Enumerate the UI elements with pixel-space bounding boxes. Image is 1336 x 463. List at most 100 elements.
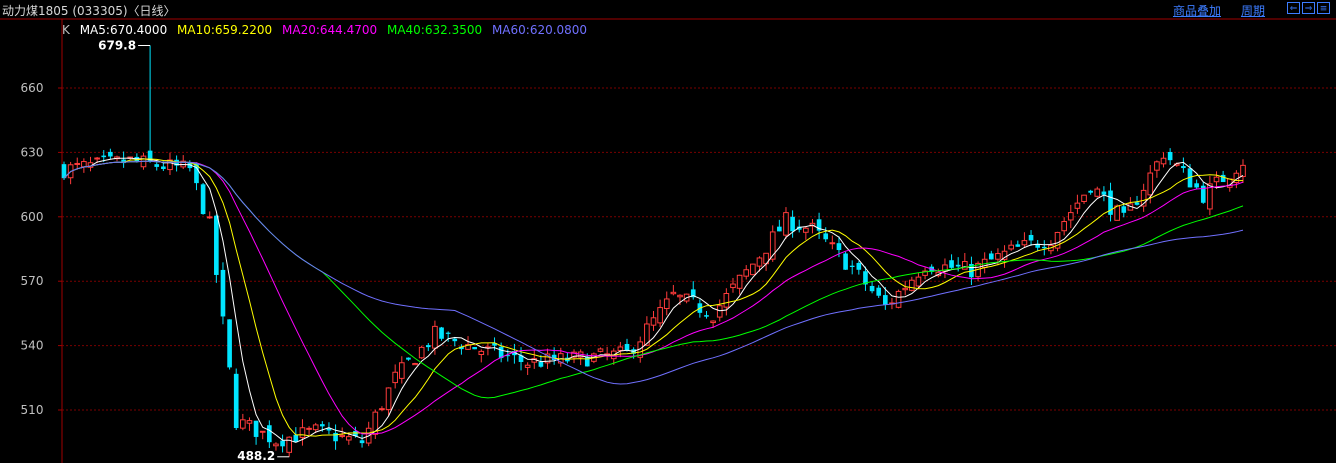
candle-body	[1028, 234, 1034, 241]
candle-body	[267, 425, 272, 443]
candle-body	[273, 443, 279, 447]
candle-body	[246, 420, 253, 424]
candle-body	[432, 325, 438, 349]
candle-body	[829, 242, 836, 245]
ma40-line	[63, 160, 1244, 399]
candle-body	[783, 212, 789, 236]
candle-body	[280, 440, 285, 447]
y-tick-label-660: 660	[21, 81, 44, 95]
candle-body	[876, 287, 882, 296]
candle-body	[312, 424, 319, 431]
candle-body	[240, 419, 246, 429]
candle-body	[1160, 157, 1167, 165]
candle-body	[200, 184, 206, 215]
candle-body	[101, 155, 107, 158]
candle-body	[895, 290, 902, 308]
candle-body	[1101, 191, 1107, 195]
candle-body	[359, 440, 365, 444]
high-label: 679.8	[98, 38, 136, 52]
candle-body	[856, 262, 862, 270]
low-label: 488.2	[237, 449, 275, 463]
candle-body	[1194, 183, 1199, 188]
candle-body	[736, 274, 743, 289]
candle-body	[253, 420, 259, 437]
ma20-line	[63, 160, 1244, 435]
candle-body	[1167, 151, 1173, 161]
candle-body	[524, 364, 531, 368]
candle-body	[955, 264, 961, 267]
candle-body	[1015, 244, 1021, 247]
candle-body	[790, 216, 795, 232]
candle-body	[704, 315, 709, 317]
candle-body	[750, 263, 756, 276]
candle-body	[1213, 176, 1220, 183]
candle-body	[663, 298, 670, 310]
candlestick-chart[interactable]: 510 540 570 600 630 660 679.8 488.2	[0, 0, 1336, 463]
candle-body	[345, 436, 352, 441]
candle-body	[710, 320, 716, 324]
candle-body	[227, 319, 232, 368]
candle-body	[716, 305, 723, 318]
candle-body	[1021, 240, 1028, 246]
candle-body	[478, 350, 485, 355]
candle-body	[259, 430, 266, 433]
candle-body	[306, 427, 312, 430]
candle-body	[339, 434, 346, 437]
candle-body	[439, 327, 444, 339]
candle-body	[392, 371, 398, 384]
candle-body	[883, 295, 888, 306]
candle-body	[650, 317, 657, 326]
candle-body	[418, 346, 425, 359]
candle-body	[425, 345, 431, 348]
candle-body	[286, 436, 293, 453]
candle-body	[1074, 202, 1081, 209]
candle-body	[836, 243, 842, 251]
candle-body	[1114, 205, 1120, 221]
candle-body	[472, 347, 477, 350]
candle-body	[299, 427, 306, 438]
candle-body	[398, 362, 405, 379]
candle-body	[161, 166, 166, 170]
candle-body	[869, 285, 875, 292]
candle-body	[154, 164, 160, 167]
y-tick-label-600: 600	[21, 210, 44, 224]
candle-body	[214, 215, 219, 275]
candle-body	[777, 226, 782, 232]
candle-body	[333, 432, 338, 442]
candle-body	[1154, 161, 1160, 171]
candle-body	[1094, 188, 1101, 197]
candle-body	[81, 161, 87, 168]
candle-body	[670, 291, 677, 295]
candle-body	[108, 151, 113, 157]
candle-body	[743, 269, 750, 277]
candle-body	[412, 363, 418, 366]
candle-body	[94, 157, 100, 160]
candle-body	[843, 253, 848, 270]
candle-body	[1147, 172, 1154, 196]
candle-body	[803, 227, 809, 233]
candle-body	[220, 269, 226, 317]
candle-body	[902, 287, 909, 291]
candle-body	[988, 253, 994, 260]
candle-body	[995, 253, 1001, 260]
candle-body	[452, 338, 458, 342]
candle-body	[624, 343, 630, 351]
candle-body	[597, 348, 604, 352]
candle-body	[730, 283, 736, 289]
candle-body	[1181, 166, 1186, 169]
candle-body	[74, 162, 81, 165]
candle-body	[379, 408, 385, 411]
candle-body	[406, 357, 411, 360]
candle-body	[915, 276, 922, 287]
candle-body	[849, 265, 855, 267]
candle-body	[445, 332, 451, 334]
candle-body	[1081, 194, 1087, 202]
candle-body	[584, 356, 590, 367]
candle-body	[1067, 212, 1074, 221]
candle-body	[1220, 174, 1226, 183]
candle-body	[538, 362, 544, 367]
candle-body	[1041, 246, 1047, 249]
candle-body	[233, 373, 239, 429]
candle-body	[677, 294, 683, 298]
candle-body	[1134, 202, 1140, 205]
